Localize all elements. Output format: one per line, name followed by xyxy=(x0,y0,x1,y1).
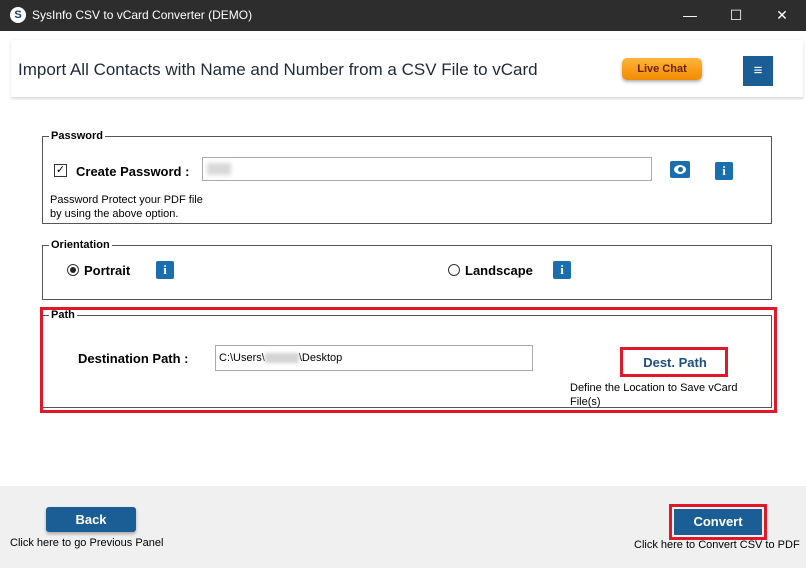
portrait-label[interactable]: Portrait xyxy=(84,263,130,278)
header-panel: Import All Contacts with Name and Number… xyxy=(11,40,803,98)
back-hint: Click here to go Previous Panel xyxy=(10,537,164,549)
page-title: Import All Contacts with Name and Number… xyxy=(18,60,538,79)
password-help-line1: Password Protect your PDF file xyxy=(50,194,203,206)
landscape-info-icon[interactable]: i xyxy=(553,261,571,279)
password-mask xyxy=(207,163,231,175)
portrait-radio[interactable] xyxy=(67,264,79,276)
portrait-info-icon[interactable]: i xyxy=(156,261,174,279)
title-bar: S SysInfo CSV to vCard Converter (DEMO) … xyxy=(0,0,806,31)
close-icon[interactable]: ✕ xyxy=(759,0,805,31)
password-legend: Password xyxy=(49,130,105,142)
eye-icon[interactable] xyxy=(670,161,690,178)
password-group: Password ✓ Create Password : i Password … xyxy=(42,130,772,224)
convert-hint: Click here to Convert CSV to PDF xyxy=(634,539,800,551)
eye-pupil xyxy=(678,167,683,172)
landscape-radio[interactable] xyxy=(448,264,460,276)
hamburger-menu-icon[interactable]: ≡ xyxy=(743,56,773,86)
password-help-line2: by using the above option. xyxy=(50,208,179,220)
create-password-checkbox[interactable]: ✓ xyxy=(54,164,67,177)
password-input[interactable] xyxy=(202,157,652,181)
convert-button[interactable]: Convert xyxy=(674,509,762,535)
window-title: SysInfo CSV to vCard Converter (DEMO) xyxy=(32,8,253,22)
eye-shape xyxy=(674,165,686,174)
maximize-icon[interactable]: ☐ xyxy=(713,0,759,31)
back-button[interactable]: Back xyxy=(46,507,136,532)
check-icon: ✓ xyxy=(55,164,66,176)
landscape-label[interactable]: Landscape xyxy=(465,263,533,278)
app-logo-icon: S xyxy=(10,7,26,23)
orientation-group: Orientation Portrait i Landscape i xyxy=(42,239,772,300)
minimize-icon[interactable]: — xyxy=(667,0,713,31)
orientation-legend: Orientation xyxy=(49,239,112,251)
password-info-icon[interactable]: i xyxy=(715,162,733,180)
dest-path-highlight-box xyxy=(620,347,728,377)
create-password-label: Create Password : xyxy=(76,164,190,179)
live-chat-button[interactable]: Live Chat xyxy=(622,58,702,80)
